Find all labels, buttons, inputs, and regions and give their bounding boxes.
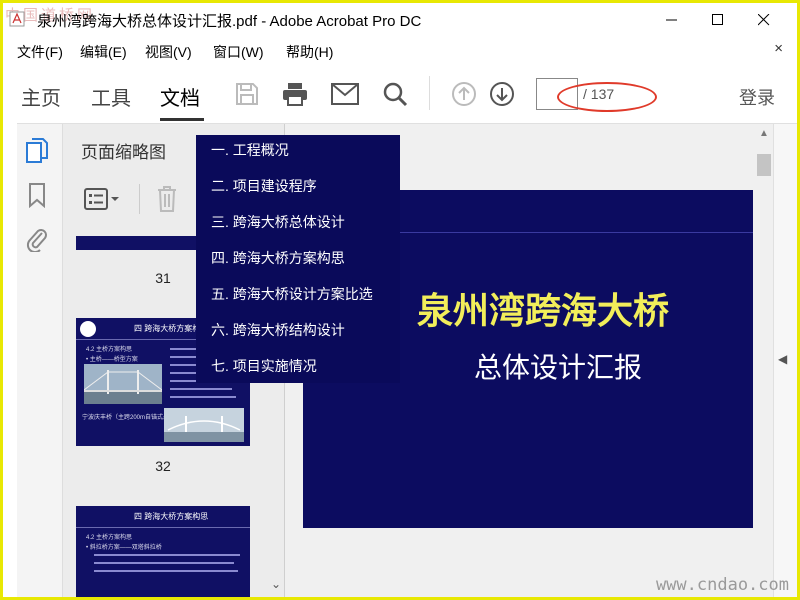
thumbnail-text: • 主桥——桥型方案 [86,357,138,363]
paperclip-icon [26,229,47,252]
scrollbar-thumb[interactable] [757,154,771,176]
email-button[interactable] [329,78,361,110]
bridge-photo-image [84,364,162,404]
thumbnail-header: 四 跨海大桥方案构思 [76,506,250,528]
watermark-bottom: www.cndao.com [655,575,789,595]
next-page-button[interactable] [486,78,518,110]
expand-right-pane-icon[interactable]: ◀ [778,352,787,366]
attachments-button[interactable] [22,224,52,254]
acrobat-window: 中国道桥网 泉州湾跨海大桥总体设计汇报.pdf - Adobe Acrobat … [3,3,797,597]
main-toolbar: 主页 工具 文档 / 137 登录 [17,64,797,124]
navigation-pane-strip [17,124,63,597]
thumbnail-text-line [94,554,240,556]
toolbar-separator [429,76,430,110]
previous-page-button[interactable] [448,78,480,110]
chevron-down-icon[interactable]: ⌄ [271,577,281,591]
thumbnail-text: 4.2 主桥方案构思 [86,535,133,541]
active-tab-indicator [160,118,204,121]
login-button[interactable]: 登录 [739,84,775,110]
thumbnail-text-line [170,396,236,398]
menu-bar: 文件(F) 编辑(E) 视图(V) 窗口(W) 帮助(H) × [3,36,797,64]
tab-document[interactable]: 文档 [160,82,200,111]
menu-help[interactable]: 帮助(H) [286,42,333,62]
close-icon [758,13,770,25]
bookmark-item[interactable]: 二. 项目建设程序 [211,176,317,196]
menu-edit[interactable]: 编辑(E) [80,42,127,62]
document-scrollbar[interactable]: ▲ [755,124,773,597]
print-button[interactable] [279,78,311,110]
close-window-button[interactable] [741,3,787,36]
page-thumbnails-button[interactable] [22,136,52,166]
minimize-button[interactable] [649,3,695,36]
list-options-icon [84,188,119,210]
save-button[interactable] [231,78,263,110]
thumbnails-panel-title: 页面缩略图 [81,143,166,162]
thumbnail-text-line [94,570,238,572]
maximize-icon [712,13,723,25]
search-icon [383,82,408,107]
thumbnail-text: • 斜拉桥方案——双塔斜拉桥 [86,545,162,551]
thumbnail-page-33[interactable]: 四 跨海大桥方案构思 4.2 主桥方案构思 • 斜拉桥方案——双塔斜拉桥 [76,506,250,597]
menu-window[interactable]: 窗口(W) [213,42,264,62]
thumbnail-text-line [94,562,234,564]
right-pane-collapsed: ◀ [773,124,797,597]
scroll-up-arrow-icon[interactable]: ▲ [759,128,769,139]
bridge-photo-image [164,408,244,442]
bookmark-item[interactable]: 四. 跨海大桥方案构思 [211,248,345,268]
thumbnails-toolbar-separator [139,184,140,214]
bookmarks-button[interactable] [22,180,52,210]
acrobat-app-icon [9,11,25,27]
tab-tools[interactable]: 工具 [91,82,131,111]
title-bar: 中国道桥网 泉州湾跨海大桥总体设计汇报.pdf - Adobe Acrobat … [3,3,797,36]
bookmark-item[interactable]: 六. 跨海大桥结构设计 [211,320,345,340]
bridge-logo-icon [80,321,96,337]
menu-view[interactable]: 视图(V) [145,42,192,62]
page-thumbnails-icon [26,138,48,163]
bookmarks-dropdown: 一. 工程概况 二. 项目建设程序 三. 跨海大桥总体设计 四. 跨海大桥方案构… [196,135,400,383]
arrow-up-circle-icon [452,82,476,106]
close-document-button[interactable]: × [774,40,783,57]
search-button[interactable] [379,78,411,110]
envelope-icon [331,83,359,105]
thumbnail-header-text: 四 跨海大桥方案构思 [134,512,209,521]
maximize-button[interactable] [695,3,741,36]
save-icon [236,83,258,105]
thumbnail-text-line [170,388,232,390]
trash-icon [158,186,176,212]
tab-home[interactable]: 主页 [21,82,61,111]
bookmark-item[interactable]: 七. 项目实施情况 [211,356,317,376]
thumbnail-options-button[interactable] [83,186,123,212]
bookmark-item[interactable]: 一. 工程概况 [211,140,289,160]
window-title: 泉州湾跨海大桥总体设计汇报.pdf - Adobe Acrobat Pro DC [37,13,422,30]
bookmark-icon [29,183,45,208]
annotation-circle [557,82,657,112]
delete-page-button[interactable] [155,184,179,214]
bookmark-item[interactable]: 五. 跨海大桥设计方案比选 [211,284,373,304]
arrow-down-circle-icon [490,82,514,106]
minimize-icon [666,19,677,20]
thumbnail-page-number: 32 [155,458,171,474]
thumbnail-text: 4.2 主桥方案构思 [86,347,133,353]
menu-file[interactable]: 文件(F) [17,42,63,62]
printer-icon [283,83,307,106]
bookmark-item[interactable]: 三. 跨海大桥总体设计 [211,212,345,232]
